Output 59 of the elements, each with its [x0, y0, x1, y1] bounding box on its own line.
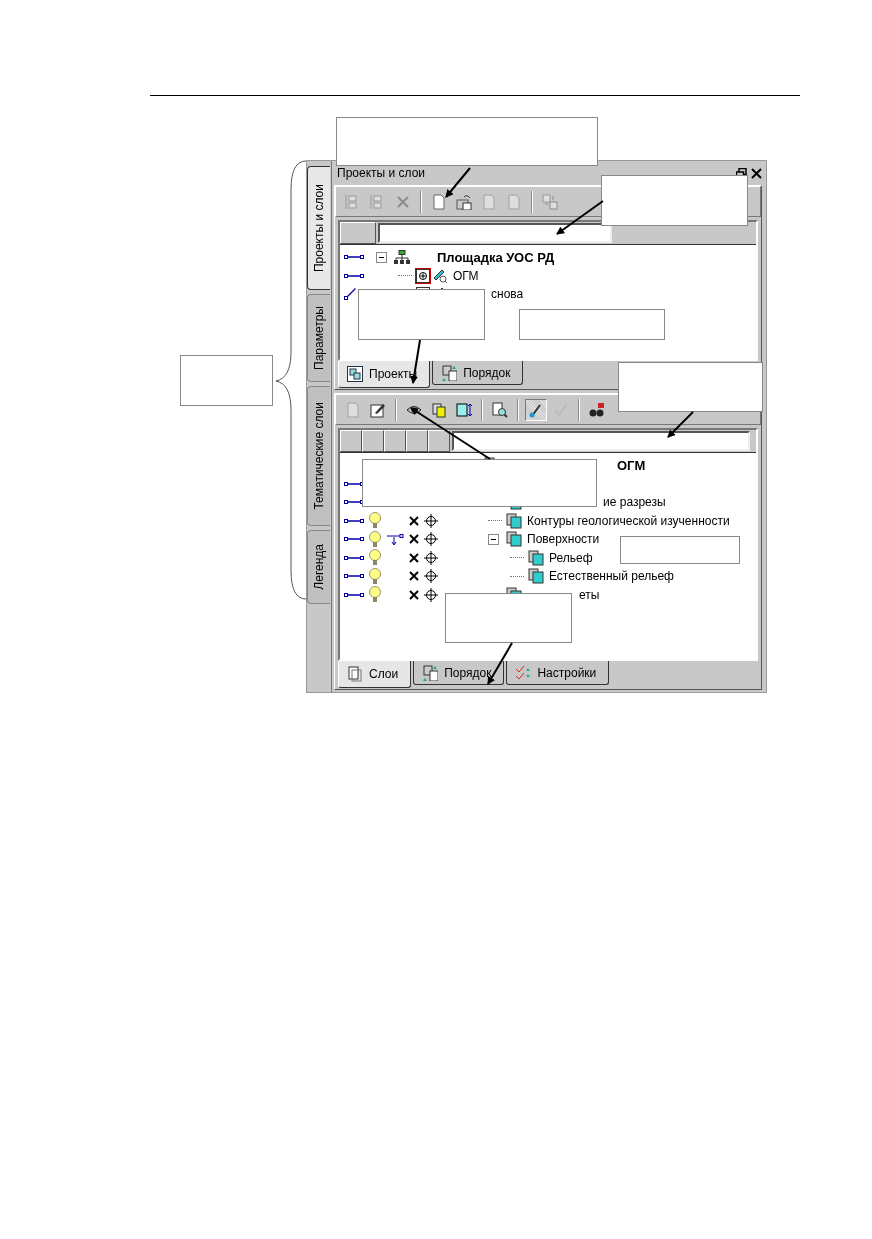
- column-header[interactable]: [384, 430, 406, 452]
- tab[interactable]: Порядок: [413, 661, 505, 685]
- resize-icon: [456, 401, 472, 418]
- crosshair-icon: [424, 532, 438, 547]
- page-icon: [345, 401, 361, 418]
- side-tab[interactable]: Проекты и слои: [307, 166, 330, 290]
- arrow: [445, 167, 471, 198]
- crosshair-icon: [424, 513, 438, 528]
- filter-field[interactable]: [378, 223, 612, 243]
- tree-item-label[interactable]: ОГМ: [617, 457, 646, 473]
- projects-icon: [347, 366, 363, 382]
- crosshair-icon: [424, 550, 438, 565]
- tree-item-label[interactable]: Рельеф: [549, 550, 593, 565]
- column-header[interactable]: [406, 430, 428, 452]
- copy-icon: [431, 401, 447, 418]
- cross-icon: [408, 514, 420, 527]
- tree-item-label[interactable]: ие разрезы: [603, 495, 666, 510]
- tab[interactable]: Настройки: [506, 661, 610, 685]
- tree-item-label[interactable]: Контуры геологической изученности: [527, 513, 730, 528]
- tree-item-label[interactable]: Площадка УОС РД: [437, 249, 555, 265]
- tree-item-label[interactable]: ОГМ: [453, 268, 479, 283]
- page-icon: [431, 193, 447, 210]
- pen-magnifier-icon: [432, 267, 448, 284]
- cross-icon: [408, 570, 420, 583]
- side-tab[interactable]: Легенда: [307, 530, 330, 604]
- arrow: [556, 200, 604, 235]
- tab[interactable]: Слои: [338, 661, 412, 688]
- column-header[interactable]: [362, 430, 384, 452]
- tab[interactable]: Порядок: [432, 361, 524, 385]
- arrow: [667, 411, 694, 438]
- close-icon: [751, 167, 762, 179]
- side-tab[interactable]: Тематические слои: [307, 386, 330, 526]
- binoculars-icon: [589, 401, 605, 418]
- tree-item-label[interactable]: еты: [579, 587, 600, 602]
- image-icon: [456, 193, 472, 210]
- column-header[interactable]: [428, 430, 450, 452]
- tree-item-label[interactable]: снова: [491, 287, 524, 302]
- search-icon: [492, 401, 508, 418]
- order-icon: [422, 664, 439, 681]
- column-header[interactable]: [340, 430, 362, 452]
- toolbar-button[interactable]: [525, 398, 547, 421]
- filter-field[interactable]: [452, 431, 750, 451]
- page-icon: [506, 193, 522, 210]
- crosshair-icon: [424, 569, 438, 584]
- order-icon: [441, 364, 458, 381]
- close-icon: [395, 193, 411, 210]
- crosshair-icon: [424, 587, 438, 602]
- swap-icon: [542, 193, 558, 210]
- tree-item-label[interactable]: Естественный рельеф: [549, 569, 674, 584]
- tree-item-label[interactable]: Поверхности: [527, 532, 600, 547]
- cross-icon: [408, 588, 420, 601]
- cross-icon: [408, 533, 420, 546]
- settings-icon: [515, 664, 532, 681]
- panel-title: Проекты и слои: [336, 166, 427, 180]
- edit-icon: [370, 401, 386, 418]
- column-header[interactable]: [340, 222, 376, 244]
- page-icon: [481, 193, 497, 210]
- cross-icon: [408, 551, 420, 564]
- side-tab[interactable]: Параметры: [307, 294, 330, 382]
